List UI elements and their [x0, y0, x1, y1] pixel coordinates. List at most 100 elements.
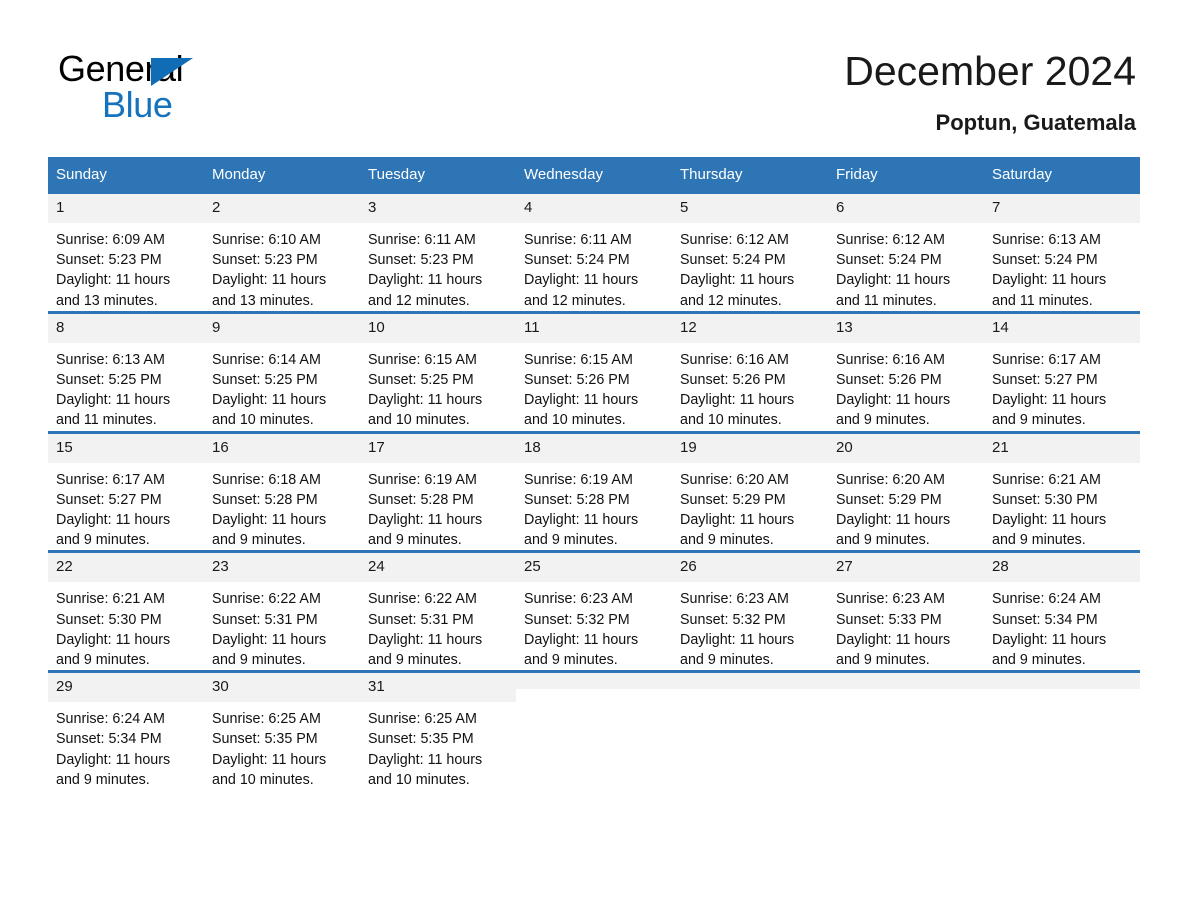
- daylight-text-line2: and 9 minutes.: [992, 532, 1086, 549]
- daylight-text-line1: Daylight: 11 hours: [212, 392, 327, 409]
- sunset-text: Sunset: 5:27 PM: [992, 372, 1098, 389]
- day-cell[interactable]: 26 Sunrise: 6:23 AM Sunset: 5:32 PM Dayl…: [672, 550, 828, 672]
- sunrise-text: Sunrise: 6:13 AM: [992, 232, 1101, 248]
- day-details: Sunrise: 6:16 AM Sunset: 5:26 PM Dayligh…: [672, 343, 828, 431]
- day-number: 16: [204, 433, 360, 463]
- day-cell-empty: [672, 670, 828, 791]
- day-number: 1: [48, 194, 204, 223]
- daylight-text-line2: and 9 minutes.: [680, 652, 774, 669]
- week-row: 15 Sunrise: 6:17 AM Sunset: 5:27 PM Dayl…: [48, 430, 1140, 552]
- day-cell[interactable]: 14 Sunrise: 6:17 AM Sunset: 5:27 PM Dayl…: [984, 310, 1140, 433]
- weekday-header-saturday: Saturday: [984, 157, 1140, 193]
- generalblue-logo[interactable]: General Blue: [58, 48, 318, 128]
- day-cell[interactable]: 2 Sunrise: 6:10 AM Sunset: 5:23 PM Dayli…: [204, 191, 360, 313]
- day-cell[interactable]: 6 Sunrise: 6:12 AM Sunset: 5:24 PM Dayli…: [828, 191, 984, 313]
- day-details: Sunrise: 6:18 AM Sunset: 5:28 PM Dayligh…: [204, 463, 360, 551]
- daylight-text-line2: and 9 minutes.: [56, 652, 150, 669]
- daylight-text-line1: Daylight: 11 hours: [368, 392, 483, 409]
- day-cell[interactable]: 7 Sunrise: 6:13 AM Sunset: 5:24 PM Dayli…: [984, 191, 1140, 313]
- day-cell[interactable]: 13 Sunrise: 6:16 AM Sunset: 5:26 PM Dayl…: [828, 310, 984, 433]
- daylight-text-line1: Daylight: 11 hours: [992, 631, 1107, 648]
- day-number: 28: [984, 553, 1140, 583]
- day-cell[interactable]: 25 Sunrise: 6:23 AM Sunset: 5:32 PM Dayl…: [516, 550, 672, 672]
- sunrise-text: Sunrise: 6:19 AM: [524, 471, 633, 488]
- day-cell[interactable]: 18 Sunrise: 6:19 AM Sunset: 5:28 PM Dayl…: [516, 430, 672, 552]
- week-row: 1 Sunrise: 6:09 AM Sunset: 5:23 PM Dayli…: [48, 191, 1140, 313]
- day-cell[interactable]: 12 Sunrise: 6:16 AM Sunset: 5:26 PM Dayl…: [672, 310, 828, 433]
- day-number: 29: [48, 673, 204, 703]
- page-title: December 2024: [844, 48, 1136, 94]
- day-cell-empty: [516, 670, 672, 791]
- day-details: Sunrise: 6:23 AM Sunset: 5:33 PM Dayligh…: [828, 582, 984, 670]
- day-cell[interactable]: 9 Sunrise: 6:14 AM Sunset: 5:25 PM Dayli…: [204, 310, 360, 433]
- day-number: 2: [204, 194, 360, 223]
- sunset-text: Sunset: 5:34 PM: [56, 731, 162, 748]
- triangle-logo-icon: [151, 58, 193, 86]
- daylight-text-line1: Daylight: 11 hours: [56, 751, 171, 768]
- daylight-text-line1: Daylight: 11 hours: [212, 631, 327, 648]
- day-cell[interactable]: 27 Sunrise: 6:23 AM Sunset: 5:33 PM Dayl…: [828, 550, 984, 672]
- weekday-header-thursday: Thursday: [672, 157, 828, 193]
- day-cell[interactable]: 15 Sunrise: 6:17 AM Sunset: 5:27 PM Dayl…: [48, 430, 204, 552]
- day-cell[interactable]: 28 Sunrise: 6:24 AM Sunset: 5:34 PM Dayl…: [984, 550, 1140, 672]
- day-cell[interactable]: 1 Sunrise: 6:09 AM Sunset: 5:23 PM Dayli…: [48, 191, 204, 313]
- sunset-text: Sunset: 5:30 PM: [992, 491, 1098, 508]
- day-details: Sunrise: 6:11 AM Sunset: 5:23 PM Dayligh…: [360, 223, 516, 311]
- day-number: 20: [828, 433, 984, 463]
- daylight-text-line1: Daylight: 11 hours: [680, 272, 795, 289]
- day-number: [984, 673, 1140, 690]
- day-cell[interactable]: 4 Sunrise: 6:11 AM Sunset: 5:24 PM Dayli…: [516, 191, 672, 313]
- day-cell[interactable]: 19 Sunrise: 6:20 AM Sunset: 5:29 PM Dayl…: [672, 430, 828, 552]
- daylight-text-line1: Daylight: 11 hours: [56, 631, 171, 648]
- sunset-text: Sunset: 5:24 PM: [836, 252, 942, 269]
- sunrise-text: Sunrise: 6:20 AM: [680, 471, 789, 488]
- day-details: Sunrise: 6:23 AM Sunset: 5:32 PM Dayligh…: [516, 582, 672, 670]
- day-cell[interactable]: 17 Sunrise: 6:19 AM Sunset: 5:28 PM Dayl…: [360, 430, 516, 552]
- sunrise-text: Sunrise: 6:12 AM: [680, 232, 789, 248]
- sunrise-text: Sunrise: 6:22 AM: [212, 591, 321, 608]
- daylight-text-line1: Daylight: 11 hours: [212, 272, 327, 289]
- sunrise-text: Sunrise: 6:10 AM: [212, 232, 321, 248]
- sunrise-text: Sunrise: 6:25 AM: [368, 711, 477, 728]
- daylight-text-line1: Daylight: 11 hours: [56, 272, 171, 289]
- day-details: Sunrise: 6:09 AM Sunset: 5:23 PM Dayligh…: [48, 223, 204, 311]
- day-details: [828, 689, 984, 696]
- daylight-text-line2: and 9 minutes.: [836, 652, 930, 669]
- daylight-text-line2: and 13 minutes.: [212, 292, 314, 309]
- day-cell[interactable]: 29 Sunrise: 6:24 AM Sunset: 5:34 PM Dayl…: [48, 670, 204, 791]
- day-cell[interactable]: 24 Sunrise: 6:22 AM Sunset: 5:31 PM Dayl…: [360, 550, 516, 672]
- daylight-text-line2: and 9 minutes.: [368, 532, 462, 549]
- day-details: Sunrise: 6:23 AM Sunset: 5:32 PM Dayligh…: [672, 582, 828, 670]
- day-cell[interactable]: 31 Sunrise: 6:25 AM Sunset: 5:35 PM Dayl…: [360, 670, 516, 791]
- weekday-header-wednesday: Wednesday: [516, 157, 672, 193]
- day-cell[interactable]: 20 Sunrise: 6:20 AM Sunset: 5:29 PM Dayl…: [828, 430, 984, 552]
- day-cell[interactable]: 8 Sunrise: 6:13 AM Sunset: 5:25 PM Dayli…: [48, 310, 204, 433]
- day-cell[interactable]: 23 Sunrise: 6:22 AM Sunset: 5:31 PM Dayl…: [204, 550, 360, 672]
- sunrise-text: Sunrise: 6:18 AM: [212, 471, 321, 488]
- day-cell[interactable]: 21 Sunrise: 6:21 AM Sunset: 5:30 PM Dayl…: [984, 430, 1140, 552]
- week-row: 8 Sunrise: 6:13 AM Sunset: 5:25 PM Dayli…: [48, 310, 1140, 433]
- day-cell[interactable]: 11 Sunrise: 6:15 AM Sunset: 5:26 PM Dayl…: [516, 310, 672, 433]
- day-number: 3: [360, 194, 516, 223]
- daylight-text-line2: and 11 minutes.: [56, 412, 157, 429]
- daylight-text-line2: and 9 minutes.: [680, 532, 774, 549]
- day-details: Sunrise: 6:19 AM Sunset: 5:28 PM Dayligh…: [516, 463, 672, 551]
- daylight-text-line2: and 10 minutes.: [212, 771, 314, 788]
- daylight-text-line1: Daylight: 11 hours: [368, 631, 483, 648]
- day-cell[interactable]: 22 Sunrise: 6:21 AM Sunset: 5:30 PM Dayl…: [48, 550, 204, 672]
- day-number: 22: [48, 553, 204, 583]
- day-cell[interactable]: 16 Sunrise: 6:18 AM Sunset: 5:28 PM Dayl…: [204, 430, 360, 552]
- sunrise-text: Sunrise: 6:15 AM: [524, 351, 633, 368]
- daylight-text-line1: Daylight: 11 hours: [680, 392, 795, 409]
- sunrise-text: Sunrise: 6:17 AM: [992, 351, 1101, 368]
- daylight-text-line2: and 13 minutes.: [56, 292, 158, 309]
- day-details: Sunrise: 6:21 AM Sunset: 5:30 PM Dayligh…: [48, 582, 204, 670]
- daylight-text-line1: Daylight: 11 hours: [680, 512, 795, 529]
- day-cell[interactable]: 30 Sunrise: 6:25 AM Sunset: 5:35 PM Dayl…: [204, 670, 360, 791]
- day-cell[interactable]: 3 Sunrise: 6:11 AM Sunset: 5:23 PM Dayli…: [360, 191, 516, 313]
- daylight-text-line1: Daylight: 11 hours: [212, 512, 327, 529]
- day-cell[interactable]: 5 Sunrise: 6:12 AM Sunset: 5:24 PM Dayli…: [672, 191, 828, 313]
- sunset-text: Sunset: 5:24 PM: [524, 252, 630, 269]
- day-cell[interactable]: 10 Sunrise: 6:15 AM Sunset: 5:25 PM Dayl…: [360, 310, 516, 433]
- daylight-text-line1: Daylight: 11 hours: [680, 631, 795, 648]
